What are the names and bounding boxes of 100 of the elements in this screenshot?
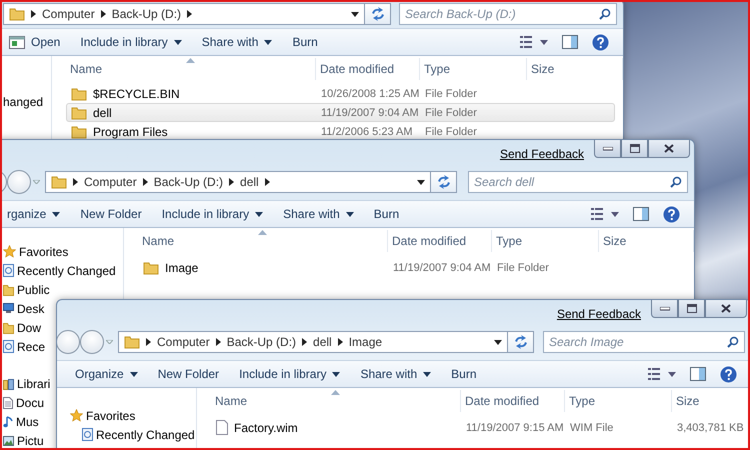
breadcrumb[interactable]: Back-Up (D:) xyxy=(154,175,224,189)
nav-item[interactable]: hanged xyxy=(3,92,44,111)
toolbar-button[interactable]: Burn xyxy=(368,204,406,224)
toolbar-button[interactable]: rganize xyxy=(2,204,66,224)
file-row[interactable]: $RECYCLE.BIN 10/26/2008 1:25 AM File Folder xyxy=(66,84,615,103)
file-size: 3,403,781 KB xyxy=(677,422,744,434)
send-feedback-link[interactable]: Send Feedback xyxy=(556,307,641,321)
forward-button[interactable] xyxy=(80,330,104,354)
nav-item[interactable]: Pictu xyxy=(3,431,44,448)
preview-pane-icon xyxy=(633,207,649,221)
breadcrumb[interactable]: Computer xyxy=(42,7,95,21)
dropdown-caret-icon[interactable] xyxy=(417,180,425,184)
breadcrumb[interactable]: Back-Up (D:) xyxy=(112,7,182,21)
close-button[interactable] xyxy=(705,300,747,318)
column-header[interactable]: Type xyxy=(492,230,599,252)
file-type: File Folder xyxy=(425,106,477,118)
toolbar-button[interactable]: Share with xyxy=(277,204,360,224)
refresh-button[interactable] xyxy=(365,3,391,25)
dropdown-caret-icon xyxy=(130,372,138,376)
maximize-button[interactable] xyxy=(621,140,648,158)
column-header[interactable]: Date modified xyxy=(461,390,565,412)
nav-item[interactable]: Dow xyxy=(3,318,42,337)
toolbar-button[interactable]: Include in library xyxy=(156,204,270,224)
nav-item[interactable]: Recently Changed xyxy=(70,425,195,444)
chevron-icon[interactable] xyxy=(216,338,221,346)
file-row[interactable]: Program Files 11/2/2006 5:23 AM File Folder xyxy=(66,122,615,141)
address-bar[interactable]: Computer Back-Up (D:) xyxy=(3,3,365,25)
nav-item[interactable]: Desk xyxy=(3,299,44,318)
chevron-icon[interactable] xyxy=(229,178,234,186)
toolbar-button[interactable]: Organize xyxy=(69,364,144,384)
chevron-icon[interactable] xyxy=(302,338,308,346)
refresh-button[interactable] xyxy=(431,171,457,193)
music-note-icon xyxy=(3,416,13,428)
toolbar-button[interactable]: Open xyxy=(3,32,66,52)
sort-arrow-icon xyxy=(186,58,195,63)
dropdown-caret-icon xyxy=(423,372,432,376)
chevron-icon[interactable] xyxy=(338,338,343,346)
toolbar-button[interactable]: New Folder xyxy=(152,364,226,384)
dropdown-caret-icon xyxy=(264,40,272,44)
address-bar[interactable]: Computer Back-Up (D:) dell xyxy=(45,171,431,193)
column-header[interactable]: Size xyxy=(599,230,694,252)
chevron-icon[interactable] xyxy=(142,178,148,186)
breadcrumb[interactable]: Back-Up (D:) xyxy=(226,335,296,349)
column-header[interactable]: Type xyxy=(420,58,527,80)
nav-item[interactable]: Favorites xyxy=(70,406,136,425)
nav-item[interactable]: Recently Changed xyxy=(3,261,116,280)
search-field[interactable]: Search Image xyxy=(543,331,745,353)
search-icon xyxy=(670,176,682,188)
toolbar-button[interactable]: Share with xyxy=(354,364,438,384)
refresh-button[interactable] xyxy=(508,331,534,353)
list-view-icon xyxy=(520,36,548,48)
nav-item[interactable]: Librari xyxy=(3,374,50,393)
breadcrumb[interactable]: Image xyxy=(348,335,382,349)
chevron-icon[interactable] xyxy=(146,338,151,346)
send-feedback-link[interactable]: Send Feedback xyxy=(500,147,584,161)
toolbar-button[interactable]: Share with xyxy=(196,32,278,52)
chevron-icon[interactable] xyxy=(73,178,78,186)
address-bar[interactable]: Computer Back-Up (D:) dell Image xyxy=(118,331,508,353)
dropdown-caret-icon[interactable] xyxy=(351,12,359,16)
toolbar-button[interactable]: New Folder xyxy=(74,204,148,224)
close-icon xyxy=(721,304,731,313)
column-header[interactable]: Type xyxy=(565,390,672,412)
dropdown-caret-icon[interactable] xyxy=(494,340,502,344)
chevron-icon[interactable] xyxy=(31,10,36,18)
chevron-icon[interactable] xyxy=(187,10,192,18)
toolbar-button[interactable]: Include in library xyxy=(233,364,346,384)
star-icon xyxy=(70,409,83,422)
close-button[interactable] xyxy=(648,140,690,158)
breadcrumb[interactable]: Computer xyxy=(84,175,137,189)
nav-item[interactable]: Mus xyxy=(3,412,39,431)
breadcrumb[interactable]: Computer xyxy=(157,335,210,349)
toolbar-button[interactable]: Burn xyxy=(445,364,482,384)
maximize-button[interactable] xyxy=(678,300,705,318)
back-button[interactable] xyxy=(57,330,80,354)
toolbar-button[interactable]: Include in library xyxy=(74,32,188,52)
file-type: File Folder xyxy=(425,88,477,100)
column-header[interactable]: Date modified xyxy=(316,58,420,80)
file-row[interactable]: Image 11/19/2007 9:04 AM File Folder xyxy=(138,258,686,277)
forward-button[interactable] xyxy=(7,170,31,194)
minimize-button[interactable] xyxy=(651,300,678,318)
breadcrumb[interactable]: dell xyxy=(313,335,332,349)
breadcrumb[interactable]: dell xyxy=(240,175,259,189)
nav-item[interactable]: Favorites xyxy=(3,242,68,261)
column-header[interactable]: Size xyxy=(527,58,623,80)
search-field[interactable]: Search dell xyxy=(468,171,688,193)
chevron-icon[interactable] xyxy=(100,10,106,18)
file-name: Image xyxy=(165,260,198,274)
nav-item[interactable]: Docu xyxy=(3,393,44,412)
minimize-button[interactable] xyxy=(594,140,621,158)
nav-item[interactable]: Rece xyxy=(3,337,46,356)
file-row[interactable]: dell 11/19/2007 9:04 AM File Folder xyxy=(66,103,615,122)
nav-item[interactable]: Public xyxy=(3,280,50,299)
preview-pane-icon xyxy=(562,35,578,49)
column-header[interactable]: Size xyxy=(672,390,748,412)
column-header[interactable]: Date modified xyxy=(388,230,492,252)
chevron-icon[interactable] xyxy=(264,178,270,186)
toolbar-button[interactable]: Burn xyxy=(286,32,324,52)
folder-icon xyxy=(71,86,87,100)
file-row[interactable]: Factory.wim 11/19/2007 9:15 AM WIM File 3,403,781 KB xyxy=(211,418,748,437)
search-field[interactable]: Search Back-Up (D:) xyxy=(399,3,617,25)
